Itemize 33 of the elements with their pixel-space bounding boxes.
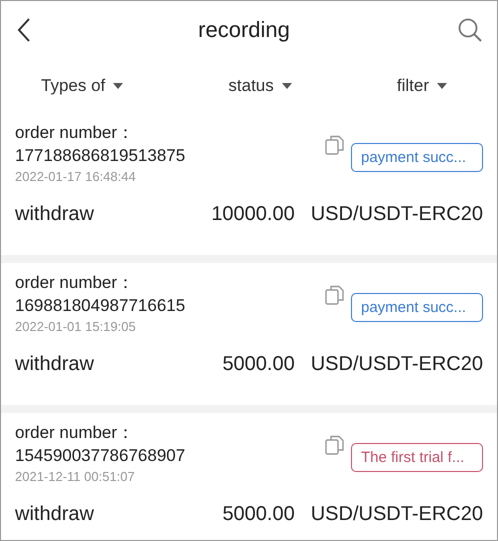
currency: USD/USDT-ERC20 xyxy=(310,353,483,376)
currency: USD/USDT-ERC20 xyxy=(310,503,483,526)
order-number-label: order number： xyxy=(15,272,136,294)
copy-icon[interactable] xyxy=(325,435,345,455)
filter-dropdown[interactable]: Types of xyxy=(41,76,124,96)
currency: USD/USDT-ERC20 xyxy=(310,203,483,226)
status-tag: payment succ... xyxy=(351,143,483,172)
amount: 10000.00 xyxy=(211,203,295,226)
caret-icon xyxy=(282,83,292,89)
order-time: 2022-01-01 15:19:05 xyxy=(15,318,137,336)
order-number-label: order number： xyxy=(15,122,136,144)
status-tag: The first trial f... xyxy=(351,443,483,472)
amount: 5000.00 xyxy=(222,503,295,526)
filter-dropdown[interactable]: filter xyxy=(396,76,447,96)
transaction-type: withdraw xyxy=(15,203,95,226)
order-time: 2021-12-11 00:51:07 xyxy=(15,468,136,486)
order-time: 2022-01-17 16:48:44 xyxy=(15,168,137,186)
caret-icon xyxy=(113,83,124,89)
copy-icon[interactable] xyxy=(325,285,345,305)
transaction-type: withdraw xyxy=(15,353,95,376)
copy-icon[interactable] xyxy=(325,135,345,155)
transaction-type: withdraw xyxy=(15,503,95,526)
page-title: recording xyxy=(198,17,290,43)
status-tag: payment succ... xyxy=(351,293,483,322)
order-number: 154590037786768907 xyxy=(15,445,186,467)
order-number: 177188686819513875 xyxy=(15,145,186,167)
search-icon[interactable] xyxy=(457,17,483,43)
caret-icon xyxy=(437,83,447,89)
filter-dropdown[interactable]: status xyxy=(228,76,292,96)
back-icon[interactable] xyxy=(17,17,31,43)
order-number-label: order number： xyxy=(15,422,136,444)
order-number: 169881804987716615 xyxy=(15,295,186,317)
amount: 5000.00 xyxy=(222,353,295,376)
